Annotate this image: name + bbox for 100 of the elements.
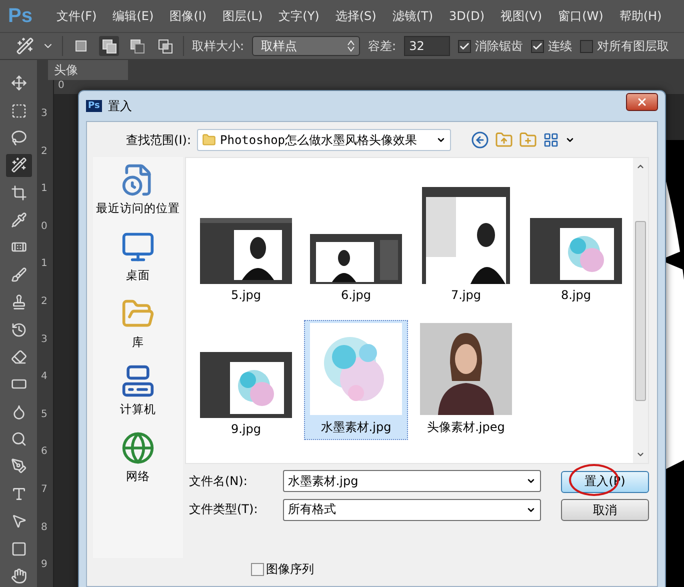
menu-item[interactable]: 编辑(E) [106, 8, 160, 24]
menu-item[interactable]: 图层(L) [216, 8, 269, 24]
pointer-icon [10, 513, 26, 530]
scroll-down-icon[interactable] [636, 450, 645, 459]
dodge-icon [10, 431, 26, 448]
globe-icon[interactable] [121, 431, 155, 465]
check-icon [459, 40, 470, 52]
place-label[interactable]: 最近访问的位置 [96, 201, 180, 216]
folder-icon [202, 133, 216, 147]
document-tab[interactable]: 头像 [48, 60, 128, 80]
tolerance-label: 容差: [368, 38, 396, 54]
back-icon[interactable] [471, 131, 489, 149]
checkbox-label: 连续 [548, 38, 572, 54]
ruler-number: 2 [40, 296, 48, 309]
menu-item[interactable]: 滤镜(T) [386, 8, 440, 24]
magic-wand-icon[interactable] [16, 37, 34, 55]
caret-icon[interactable] [565, 135, 575, 145]
rectangle-icon [10, 540, 26, 557]
place-label[interactable]: 计算机 [120, 402, 156, 417]
scrollbar[interactable] [633, 158, 648, 463]
hand-icon [10, 568, 26, 584]
lasso-tool-icon [10, 130, 26, 146]
close-icon [636, 96, 648, 108]
look-in-label: 查找范围(I): [125, 132, 191, 148]
checkbox-label: 对所有图层取 [597, 38, 670, 54]
app-logo: Ps [8, 4, 32, 28]
file-name-label: 文件名(N): [189, 472, 248, 490]
ruler-number: 3 [40, 334, 48, 347]
ruler-number: 0 [58, 80, 64, 91]
look-in-combo[interactable]: Photoshop怎么做水墨风格头像效果 [197, 129, 451, 151]
ruler-number: 4 [40, 371, 48, 384]
marquee-tool-icon [10, 102, 26, 119]
check-icon [532, 40, 544, 52]
updown-arrow-icon [347, 40, 356, 52]
checkbox[interactable] [251, 563, 264, 576]
file-item[interactable]: 6.jpg [304, 186, 408, 306]
move-tool-icon [10, 75, 26, 92]
menu-item[interactable]: 视图(V) [494, 8, 548, 24]
scroll-up-icon[interactable] [636, 162, 645, 171]
checkbox-label: 图像序列 [266, 561, 314, 578]
place-label[interactable]: 库 [132, 335, 144, 350]
selection-mode-icon [100, 38, 118, 54]
eraser-icon [10, 348, 26, 365]
history-brush-icon [10, 322, 26, 338]
type-icon [10, 486, 26, 502]
menu-item[interactable]: 图像(I) [164, 8, 213, 24]
scroll-thumb[interactable] [635, 220, 646, 400]
file-item[interactable]: 头像素材.jpeg [414, 320, 518, 440]
menu-item[interactable]: 文件(F) [50, 8, 103, 24]
menu-item[interactable]: 文字(Y) [272, 8, 326, 24]
checkbox[interactable] [458, 40, 472, 52]
ruler-number: 3 [40, 108, 48, 121]
brush-icon [10, 266, 26, 283]
sample-size-label: 取样大小: [192, 38, 244, 54]
view-menu-icon[interactable] [543, 132, 559, 148]
place-label[interactable]: 桌面 [126, 268, 150, 283]
close-button[interactable] [626, 93, 658, 111]
ruler-number: 2 [40, 146, 48, 159]
ruler-number: 7 [40, 484, 48, 497]
ruler-number: 9 [40, 559, 48, 572]
file-item[interactable]: 9.jpg [194, 320, 298, 440]
dialog-title: 置入 [108, 98, 133, 114]
ruler-number: 8 [40, 522, 48, 535]
menu-item[interactable]: 窗口(W) [552, 8, 610, 24]
checkbox[interactable] [531, 40, 544, 52]
ruler-number: 0 [40, 220, 48, 234]
app-logo: Ps [86, 100, 102, 112]
ruler-number: 6 [40, 446, 48, 460]
sample-size-select[interactable]: 取样点 [252, 36, 360, 56]
file-item[interactable]: 5.jpg [194, 186, 298, 306]
selection-mode-icon [156, 38, 174, 54]
droplet-icon [10, 404, 26, 420]
checkbox[interactable] [580, 40, 594, 52]
selection-mode-icon [73, 38, 89, 54]
menu-item[interactable]: 3D(D) [443, 9, 491, 23]
menu-item[interactable]: 帮助(H) [613, 8, 668, 24]
ruler-number: 5 [40, 408, 48, 422]
selection-mode-icon [128, 38, 146, 54]
menu-item[interactable]: 选择(S) [329, 8, 382, 24]
ruler-number: 1 [40, 183, 48, 196]
computer-icon[interactable] [121, 364, 155, 398]
cancel-button[interactable]: 取消 [561, 499, 649, 521]
stamp-icon [10, 294, 26, 310]
selection-mode-button[interactable] [99, 36, 119, 56]
caret-icon [436, 135, 446, 145]
file-item[interactable]: 7.jpg [414, 186, 518, 306]
file-name-field[interactable]: 水墨素材.jpg [282, 470, 541, 492]
file-type-label: 文件类型(T): [189, 501, 259, 518]
desktop-icon[interactable] [121, 230, 155, 264]
tolerance-field[interactable]: 32 [404, 36, 450, 56]
magic-wand-icon [10, 157, 26, 174]
file-item[interactable]: 8.jpg [524, 186, 628, 306]
place-label[interactable]: 网络 [126, 469, 150, 484]
file-type-select[interactable]: 所有格式 [282, 498, 541, 521]
file-item[interactable]: 水墨素材.jpg [304, 320, 408, 440]
tool-button[interactable] [6, 154, 32, 176]
crop-icon [10, 184, 26, 201]
checkbox-label: 消除锯齿 [475, 38, 524, 54]
eyedropper-icon [10, 212, 26, 228]
ruler-number: 1 [40, 258, 48, 272]
